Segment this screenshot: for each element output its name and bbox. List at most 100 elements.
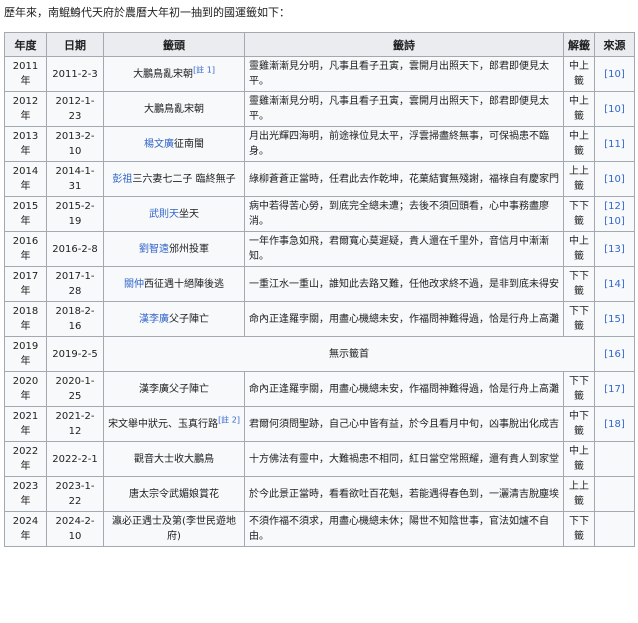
title-text: 邠州投軍 xyxy=(169,243,209,255)
poem-cell: 命內正逢羅孛關，用盡心機總未安，作福問神難得過，恰是行舟上高灘 xyxy=(244,371,564,407)
header-source[interactable]: 來源 xyxy=(594,32,635,57)
source-ref-link[interactable]: [18] xyxy=(604,419,625,430)
source-cell: [11] xyxy=(594,126,635,162)
interpretation-cell: 下下籤 xyxy=(563,301,595,337)
fortune-table: 年度 日期 籤頭 籤詩 解籤 來源 2011年 2011-2-3 大鵬鳥亂宋朝[註 … xyxy=(4,32,635,547)
table-row: 2019年 2019-2-5 無示籤首 [16] xyxy=(4,336,635,372)
source-ref-link[interactable]: [10] xyxy=(604,174,625,185)
poem-cell: 月出光輝四海明，前途祿位見太平，浮雲掃盡終無事，可保禍患不臨身。 xyxy=(244,126,564,162)
table-row: 2012年 2012-1-23 大鵬鳥亂宋朝 靈雞漸漸見分明，凡事且看子丑寅，雲開月出… xyxy=(4,91,635,127)
title-link[interactable]: 關仲 xyxy=(124,279,144,290)
title-link[interactable]: 劉智遠 xyxy=(139,244,169,255)
poem-cell: 君爾何須問聖跡，自己心中皆有益，於今且看月中旬，凶事脫出化成吉 xyxy=(244,406,564,442)
note-ref[interactable]: [註 2] xyxy=(218,415,240,424)
table-row: 2014年 2014-1-31 彭祖三六妻七二子 臨終無子 綠柳蒼蒼正當時，任君此去作… xyxy=(4,161,635,197)
title-text: 征南閩 xyxy=(174,138,204,150)
table-row: 2017年 2017-1-28 關仲西征遇十絕陣後逃 一重江水一重山，誰知此去路又難，… xyxy=(4,266,635,302)
poem-cell: 不須作福不須求，用盡心機總未休；陽世不知陰世事，官法如爐不自由。 xyxy=(244,511,564,547)
date-cell: 2024-2-10 xyxy=(46,511,104,547)
source-cell xyxy=(594,476,635,512)
title-link[interactable]: 武則天 xyxy=(149,209,179,220)
interpretation-cell: 下下籤 xyxy=(563,266,595,302)
date-cell: 2022-2-1 xyxy=(46,441,104,477)
title-text: 坐天 xyxy=(179,208,199,220)
title-text: 宋文舉中狀元、玉真行路 xyxy=(108,418,219,430)
year-cell: 2013年 xyxy=(4,126,47,162)
header-year[interactable]: 年度 xyxy=(4,32,47,57)
date-cell: 2020-1-25 xyxy=(46,371,104,407)
date-cell: 2017-1-28 xyxy=(46,266,104,302)
source-cell: [13] xyxy=(594,231,635,267)
source-ref-link[interactable]: [16] xyxy=(604,349,625,360)
source-cell xyxy=(594,441,635,477)
poem-cell: 一重江水一重山，誰知此去路又難，任他改求終不過，是非到底未得安 xyxy=(244,266,564,302)
source-ref-link[interactable]: [17] xyxy=(604,384,625,395)
source-ref-link[interactable]: [11] xyxy=(604,139,625,150)
interpretation-cell: 中上籤 xyxy=(563,126,595,162)
header-interpretation[interactable]: 解籤 xyxy=(563,32,595,57)
interpretation-cell: 下下籤 xyxy=(563,371,595,407)
title-text: 三六妻七二子 臨終無子 xyxy=(132,173,236,185)
title-link[interactable]: 漢李廣 xyxy=(139,314,169,325)
year-cell: 2015年 xyxy=(4,196,47,232)
interpretation-cell: 中下籤 xyxy=(563,406,595,442)
title-link[interactable]: 彭祖 xyxy=(112,174,132,185)
title-text: 漢李廣父子陣亡 xyxy=(139,383,209,395)
date-cell: 2016-2-8 xyxy=(46,231,104,267)
date-cell: 2011-2-3 xyxy=(46,56,104,92)
source-cell: [10] xyxy=(594,161,635,197)
title-cell: 楊文廣征南閩 xyxy=(103,126,245,162)
poem-cell: 靈雞漸漸見分明，凡事且看子丑寅，雲開月出照天下，郎君即便見太平。 xyxy=(244,91,564,127)
year-cell: 2016年 xyxy=(4,231,47,267)
source-cell: [17] xyxy=(594,371,635,407)
header-poem[interactable]: 籤詩 xyxy=(244,32,564,57)
source-ref-link[interactable]: [14] xyxy=(604,279,625,290)
interpretation-cell: 中上籤 xyxy=(563,91,595,127)
note-link[interactable]: [註 2] xyxy=(218,415,240,424)
source-ref-link[interactable]: [12][10] xyxy=(604,201,625,227)
date-cell: 2012-1-23 xyxy=(46,91,104,127)
intro-text: 歷年來，南鯤鯓代天府於農曆大年初一抽到的國運籤如下： xyxy=(4,6,290,19)
date-cell: 2013-2-10 xyxy=(46,126,104,162)
year-cell: 2017年 xyxy=(4,266,47,302)
year-cell: 2024年 xyxy=(4,511,47,547)
header-date[interactable]: 日期 xyxy=(46,32,104,57)
source-cell: [10] xyxy=(594,56,635,92)
year-cell: 2019年 xyxy=(4,336,47,372)
table-row: 2020年 2020-1-25 漢李廣父子陣亡 命內正逢羅孛關，用盡心機總未安，作福問… xyxy=(4,371,635,407)
title-cell: 宋文舉中狀元、玉真行路[註 2] xyxy=(103,406,245,442)
source-ref-link[interactable]: [10] xyxy=(604,69,625,80)
header-title[interactable]: 籤頭 xyxy=(103,32,245,57)
year-cell: 2021年 xyxy=(4,406,47,442)
title-cell: 漢李廣父子陣亡 xyxy=(103,371,245,407)
interpretation-cell: 下下籤 xyxy=(563,196,595,232)
source-cell: [14] xyxy=(594,266,635,302)
source-ref-link[interactable]: [13] xyxy=(604,244,625,255)
year-cell: 2022年 xyxy=(4,441,47,477)
title-text: 父子陣亡 xyxy=(169,313,209,325)
interpretation-cell: 中上籤 xyxy=(563,441,595,477)
source-cell: [18] xyxy=(594,406,635,442)
date-cell: 2018-2-16 xyxy=(46,301,104,337)
date-cell: 2023-1-22 xyxy=(46,476,104,512)
poem-cell: 一年作事急如飛，君爾寬心莫遲疑，貴人還在千里外，音信月中漸漸知。 xyxy=(244,231,564,267)
table-row: 2016年 2016-2-8 劉智遠邠州投軍 一年作事急如飛，君爾寬心莫遲疑，貴人還在… xyxy=(4,231,635,267)
table-row: 2013年 2013-2-10 楊文廣征南閩 月出光輝四海明，前途祿位見太平，浮雲掃盡… xyxy=(4,126,635,162)
title-cell: 漢李廣父子陣亡 xyxy=(103,301,245,337)
year-cell: 2018年 xyxy=(4,301,47,337)
title-text: 觀音大士收大鵬鳥 xyxy=(134,453,214,465)
interpretation-cell: 上上籤 xyxy=(563,476,595,512)
source-ref-link[interactable]: [10] xyxy=(604,104,625,115)
note-ref[interactable]: [註 1] xyxy=(193,65,215,74)
note-link[interactable]: [註 1] xyxy=(193,65,215,74)
poem-cell: 綠柳蒼蒼正當時，任君此去作乾坤，花菓結實無殘謝，福祿自有慶家門 xyxy=(244,161,564,197)
interpretation-cell: 中上籤 xyxy=(563,231,595,267)
title-cell: 瀛必正遇士及第(李世民遊地府) xyxy=(103,511,245,547)
poem-cell: 於今此景正當時，看看欲吐百花魁，若能遇得春色到，一灑清吉脫塵埃 xyxy=(244,476,564,512)
source-ref-link[interactable]: [15] xyxy=(604,314,625,325)
title-link[interactable]: 楊文廣 xyxy=(144,139,174,150)
title-text: 唐太宗令武媚娘賞花 xyxy=(129,488,219,500)
table-row: 2018年 2018-2-16 漢李廣父子陣亡 命內正逢羅孛關，用盡心機總未安，作福問… xyxy=(4,301,635,337)
interpretation-cell: 上上籤 xyxy=(563,161,595,197)
source-cell: [12][10] xyxy=(594,196,635,232)
